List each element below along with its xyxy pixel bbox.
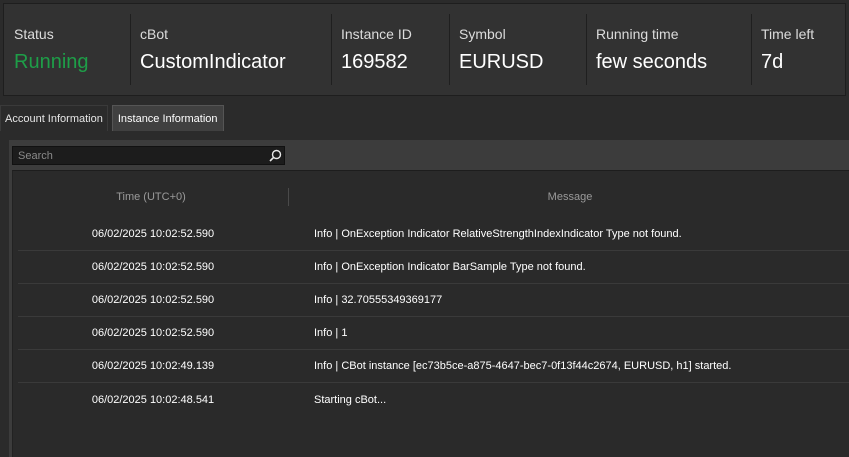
status-header: Status Running cBot CustomIndicator Inst… — [3, 3, 846, 96]
stat-time-left: Time left 7d — [751, 4, 845, 95]
row-time: 06/02/2025 10:02:48.541 — [91, 393, 215, 406]
cbot-value: CustomIndicator — [140, 51, 286, 73]
row-time: 06/02/2025 10:02:52.590 — [91, 294, 215, 306]
tab-bar: Account Information Instance Information — [0, 105, 228, 131]
search-box — [12, 146, 285, 165]
stat-label: Status — [14, 26, 54, 42]
row-message: Info | 32.70555349369177 — [314, 294, 443, 306]
search-icon[interactable] — [266, 147, 284, 164]
row-message: Starting cBot... — [314, 393, 387, 406]
stat-running-time: Running time few seconds — [586, 4, 751, 95]
running-time-value: few seconds — [596, 51, 708, 73]
table-row[interactable]: 06/02/2025 10:02:52.590 Info | 32.705553… — [18, 284, 849, 317]
table-row[interactable]: 06/02/2025 10:02:52.590 Info | 1 — [18, 317, 849, 350]
column-divider[interactable] — [288, 188, 289, 206]
search-input[interactable] — [13, 147, 266, 164]
tab-instance-information[interactable]: Instance Information — [111, 105, 224, 131]
row-message: Info | 1 — [314, 327, 348, 339]
tab-account-information[interactable]: Account Information — [0, 105, 108, 131]
row-message: Info | CBot instance [ec73b5ce-a875-4647… — [314, 360, 732, 372]
table-row[interactable]: 06/02/2025 10:02:52.590 Info | OnExcepti… — [18, 251, 849, 284]
stat-label: Time left — [761, 26, 815, 42]
column-header-time[interactable]: Time (UTC+0) — [13, 188, 289, 206]
row-time: 06/02/2025 10:02:52.590 — [91, 228, 215, 240]
instance-panel: Time (UTC+0) Message 06/02/2025 10:02:52… — [9, 140, 849, 457]
row-time: 06/02/2025 10:02:52.590 — [91, 261, 215, 273]
symbol-value: EURUSD — [459, 51, 544, 73]
stat-label: Symbol — [459, 26, 506, 42]
table-row[interactable]: 06/02/2025 10:02:52.590 Info | OnExcepti… — [18, 218, 849, 251]
log-list: Time (UTC+0) Message 06/02/2025 10:02:52… — [12, 170, 849, 457]
row-time: 06/02/2025 10:02:49.139 — [91, 360, 215, 372]
row-message: Info | OnException Indicator BarSample T… — [314, 261, 586, 273]
stat-status: Status Running — [4, 4, 130, 95]
status-value: Running — [14, 51, 89, 73]
row-time: 06/02/2025 10:02:52.590 — [91, 327, 215, 339]
stat-instance-id: Instance ID 169582 — [331, 4, 449, 95]
stat-symbol: Symbol EURUSD — [449, 4, 586, 95]
instance-id-value: 169582 — [341, 51, 408, 73]
table-row[interactable]: 06/02/2025 10:02:48.541 Starting cBot... — [18, 383, 849, 416]
stat-label: Running time — [596, 26, 679, 42]
stat-label: Instance ID — [341, 26, 412, 42]
row-message: Info | OnException Indicator RelativeStr… — [314, 228, 682, 240]
stat-cbot: cBot CustomIndicator — [130, 4, 331, 95]
column-header-message[interactable]: Message — [290, 188, 849, 206]
table-row[interactable]: 06/02/2025 10:02:49.139 Info | CBot inst… — [18, 350, 849, 383]
log-rows: 06/02/2025 10:02:52.590 Info | OnExcepti… — [18, 218, 849, 416]
time-left-value: 7d — [761, 51, 784, 73]
stat-label: cBot — [140, 26, 169, 42]
